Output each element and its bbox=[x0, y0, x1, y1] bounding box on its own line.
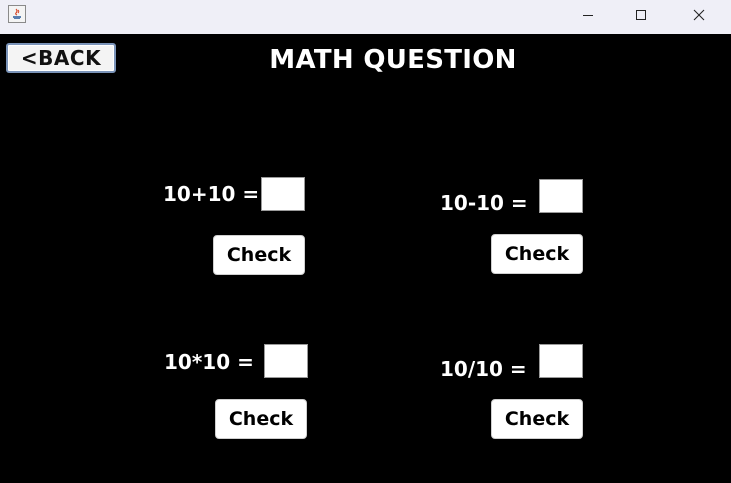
question-1-check-button[interactable]: Check bbox=[213, 235, 305, 275]
back-button[interactable]: <BACK bbox=[6, 43, 116, 73]
close-button[interactable] bbox=[676, 0, 722, 30]
question-1-answer-input[interactable] bbox=[261, 177, 305, 211]
content-area: <BACK MATH QUESTION 10+10 = Check 10-10 … bbox=[0, 34, 731, 483]
minimize-button[interactable] bbox=[565, 0, 611, 30]
question-4-answer-input[interactable] bbox=[539, 344, 583, 378]
app-window: <BACK MATH QUESTION 10+10 = Check 10-10 … bbox=[0, 0, 731, 483]
question-4-label: 10/10 = bbox=[440, 357, 527, 381]
question-2-check-button[interactable]: Check bbox=[491, 234, 583, 274]
minimize-icon bbox=[583, 15, 593, 16]
question-2-label: 10-10 = bbox=[440, 191, 528, 215]
page-title: MATH QUESTION bbox=[269, 45, 517, 75]
question-1-label: 10+10 = bbox=[163, 182, 260, 206]
question-3-check-button[interactable]: Check bbox=[215, 399, 307, 439]
maximize-button[interactable] bbox=[618, 0, 664, 30]
title-bar[interactable] bbox=[0, 0, 731, 34]
question-3-answer-input[interactable] bbox=[264, 344, 308, 378]
java-app-icon bbox=[8, 5, 26, 23]
maximize-icon bbox=[636, 10, 646, 20]
question-4-check-button[interactable]: Check bbox=[491, 399, 583, 439]
question-2-answer-input[interactable] bbox=[539, 179, 583, 213]
question-3-label: 10*10 = bbox=[164, 350, 254, 374]
close-icon bbox=[693, 9, 705, 21]
